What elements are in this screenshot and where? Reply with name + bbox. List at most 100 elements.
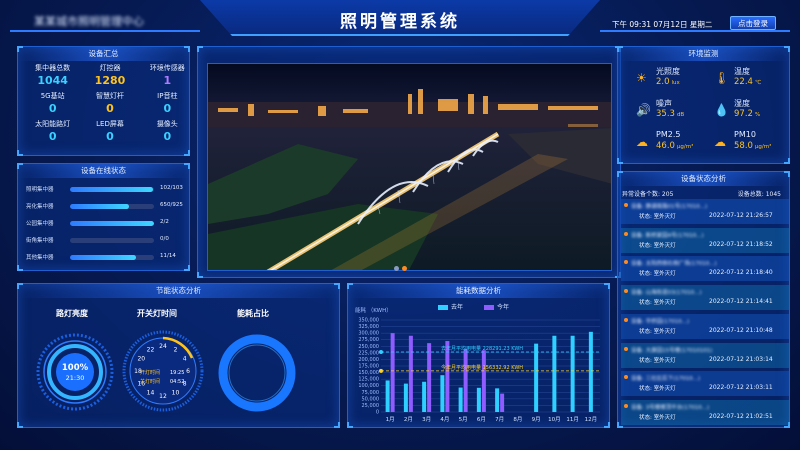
summary-value: 0 bbox=[48, 102, 57, 115]
status-list-item[interactable]: 设备: 3号楼楼顶平台(17010...) 状态: 室外灭灯 2022-07-12 … bbox=[621, 399, 789, 425]
total-count: 设备总数: 1045 bbox=[737, 191, 781, 198]
environment-value: 46.0 μg/m³ bbox=[656, 141, 694, 151]
y-tick-label: 175,000 bbox=[358, 364, 379, 370]
status-time: 2022-07-12 21:18:52 bbox=[709, 240, 773, 248]
summary-value: 1044 bbox=[37, 74, 68, 87]
summary-cell[interactable]: 摄像头 0 bbox=[139, 119, 196, 143]
status-list-item[interactable]: 设备: 静湖南路01号(17010...) 状态: 室外灭灯 2022-07-12 … bbox=[621, 199, 789, 224]
online-status-row: 照明集中器 102/103 bbox=[26, 184, 200, 194]
bar-last-year[interactable] bbox=[403, 383, 408, 412]
online-status-value: 102/103 bbox=[160, 185, 183, 191]
bar-last-year[interactable] bbox=[385, 380, 390, 412]
status-list-item[interactable]: 设备: 大康园15号楼(17010101) 状态: 室外灭灯 2022-07-12 … bbox=[621, 342, 789, 368]
brightness-time: 21:30 bbox=[66, 374, 85, 382]
online-status-track bbox=[70, 221, 154, 226]
bar-this-year[interactable] bbox=[481, 350, 486, 412]
carousel-dot[interactable] bbox=[394, 266, 399, 271]
summary-value: 0 bbox=[163, 102, 172, 115]
average-marker bbox=[379, 349, 383, 354]
summary-label: LED屏幕 bbox=[96, 120, 124, 128]
online-status-value: 650/925 bbox=[160, 202, 183, 208]
status-dot-icon bbox=[624, 260, 628, 265]
bar-last-year[interactable] bbox=[552, 335, 557, 412]
bar-last-year[interactable] bbox=[440, 375, 445, 412]
environment-label: 温度 bbox=[734, 67, 750, 76]
online-status-value: 2/2 bbox=[160, 219, 169, 225]
online-status-row: 公园集中器 2/2 bbox=[26, 218, 200, 228]
bar-this-year[interactable] bbox=[463, 348, 468, 412]
bar-this-year[interactable] bbox=[500, 393, 505, 412]
bar-last-year[interactable] bbox=[534, 343, 539, 412]
speaker-icon: 🔊 bbox=[636, 103, 651, 117]
status-time: 2022-07-12 21:02:51 bbox=[709, 412, 773, 420]
y-tick-label: 300,000 bbox=[358, 331, 379, 337]
brightness-gauge: 100% 21:30 bbox=[36, 333, 114, 411]
abnormal-count: 异常设备个数: 205 bbox=[622, 191, 674, 198]
environment-value: 2.0 lux bbox=[656, 77, 680, 87]
summary-cell[interactable]: 灯控器 1280 bbox=[81, 63, 138, 87]
online-status-value: 11/14 bbox=[160, 253, 176, 259]
environment-item: 💧 湿度 97.2% bbox=[714, 98, 799, 128]
online-status-track bbox=[70, 238, 154, 243]
average-label: 去年月平均用电量 228291.23 KWH bbox=[441, 345, 523, 352]
online-status-fill bbox=[70, 221, 154, 226]
bridge-night-photo[interactable] bbox=[207, 63, 612, 271]
bar-last-year[interactable] bbox=[588, 331, 593, 412]
summary-cell[interactable]: 太阳能路灯 0 bbox=[24, 119, 81, 143]
y-tick-label: 225,000 bbox=[358, 350, 379, 356]
switch-time-title: 开关灯时间 bbox=[137, 309, 177, 318]
y-tick-label: 150,000 bbox=[358, 370, 379, 376]
y-tick-label: 25,000 bbox=[362, 403, 380, 409]
carousel-dots bbox=[394, 256, 410, 275]
status-device-name: 设备: 三社区后下(17010...) bbox=[631, 376, 701, 383]
summary-cell[interactable]: IP音柱 0 bbox=[139, 91, 196, 115]
bar-last-year[interactable] bbox=[570, 335, 575, 412]
online-status-label: 亮化集中器 bbox=[26, 204, 54, 210]
bar-last-year[interactable] bbox=[476, 387, 481, 412]
y-tick-label: 325,000 bbox=[358, 324, 379, 330]
status-list-item[interactable]: 设备: 山海街道03(17010...) 状态: 室外灭灯 2022-07-12 2… bbox=[621, 285, 789, 311]
status-device-name: 设备: 新桥家园4号(17010...) bbox=[631, 232, 704, 239]
environment-title: 环境监测 bbox=[618, 47, 789, 61]
online-status-value: 0/0 bbox=[160, 236, 169, 242]
status-list-item[interactable]: 设备: 新桥家园4号(17010...) 状态: 室外灭灯 2022-07-12 2… bbox=[621, 227, 789, 253]
summary-cell[interactable]: LED屏幕 0 bbox=[81, 119, 138, 143]
energy-chart: 025,00050,00075,000100,000125,000150,000… bbox=[358, 318, 600, 423]
y-tick-label: 50,000 bbox=[362, 396, 380, 402]
device-summary-grid: 集中器总数 1044 灯控器 1280 环境传感器 1 5G基站 0 智慧灯杆 0 IP音柱 0 太阳能… bbox=[24, 63, 196, 143]
x-tick-label: 8月 bbox=[513, 416, 522, 423]
x-tick-label: 3月 bbox=[422, 416, 431, 423]
bar-this-year[interactable] bbox=[427, 343, 432, 412]
summary-cell[interactable]: 集中器总数 1044 bbox=[24, 63, 81, 87]
environment-label: 噪声 bbox=[656, 99, 672, 108]
x-tick-label: 7月 bbox=[495, 416, 504, 423]
x-tick-label: 10月 bbox=[548, 416, 561, 423]
environment-label: PM10 bbox=[734, 130, 756, 139]
y-tick-label: 200,000 bbox=[358, 357, 379, 363]
status-list-item[interactable]: 设备: 太阳西侧右侧广场(17010...) 状态: 室外灭灯 2022-07-12… bbox=[621, 256, 789, 282]
status-list-item[interactable]: 设备: 华侨园(17010...) 状态: 室外灭灯 2022-07-12 21:1… bbox=[621, 313, 789, 339]
clock-number: 2 bbox=[174, 346, 178, 353]
status-time: 2022-07-12 21:18:40 bbox=[709, 269, 773, 277]
summary-cell[interactable]: 智慧灯杆 0 bbox=[81, 91, 138, 115]
bar-this-year[interactable] bbox=[390, 333, 395, 412]
summary-cell[interactable]: 5G基站 0 bbox=[24, 91, 81, 115]
summary-value: 0 bbox=[106, 130, 114, 143]
off-time-value: 04:52 bbox=[170, 379, 184, 385]
summary-label: 5G基站 bbox=[40, 92, 65, 100]
on-time-value: 19:25 bbox=[170, 370, 184, 376]
summary-label: 智慧灯杆 bbox=[95, 92, 124, 100]
environment-value: 22.4 ℃ bbox=[734, 77, 762, 87]
bar-last-year[interactable] bbox=[458, 387, 463, 412]
carousel-dot[interactable] bbox=[402, 266, 407, 271]
summary-cell[interactable]: 环境传感器 1 bbox=[139, 63, 196, 87]
bar-last-year[interactable] bbox=[422, 381, 427, 412]
login-button[interactable]: 点击登录 bbox=[730, 16, 776, 30]
status-dot-icon bbox=[624, 203, 628, 207]
bar-last-year[interactable] bbox=[495, 388, 500, 412]
summary-label: 摄像头 bbox=[156, 120, 178, 128]
bar-this-year[interactable] bbox=[408, 335, 413, 412]
summary-label: 环境传感器 bbox=[149, 64, 185, 72]
energy-saving-title: 节能状态分析 bbox=[18, 284, 339, 298]
status-list-item[interactable]: 设备: 三社区后下(17010...) 状态: 室外灭灯 2022-07-12 21… bbox=[621, 371, 789, 397]
